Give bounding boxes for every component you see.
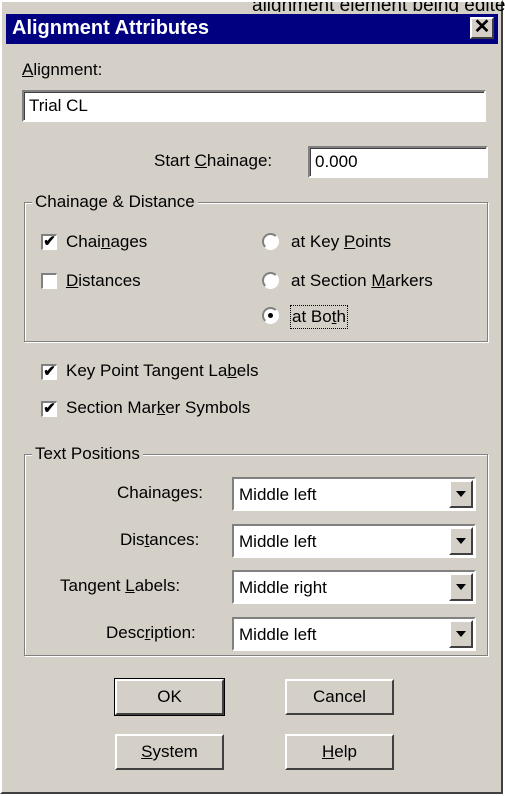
dialog-window: alignment element being edited in the Al… bbox=[0, 0, 505, 794]
close-button[interactable]: ✕ bbox=[470, 17, 494, 39]
distances-checkbox[interactable] bbox=[41, 273, 57, 289]
ok-button[interactable]: OK bbox=[114, 678, 225, 716]
tangent-labels-position-value: Middle right bbox=[239, 578, 327, 597]
at-both-label[interactable]: at Both bbox=[290, 305, 348, 329]
close-icon: ✕ bbox=[473, 16, 491, 38]
distances-checkbox-label[interactable]: Distances bbox=[66, 271, 141, 291]
help-button[interactable]: Help bbox=[285, 734, 394, 770]
alignment-label: Alignment: bbox=[22, 60, 103, 79]
key-point-tangent-labels-checkbox[interactable]: ✔ bbox=[41, 364, 57, 380]
check-icon: ✔ bbox=[43, 363, 56, 380]
alignment-name-input[interactable]: Trial CL bbox=[22, 90, 486, 122]
chainages-checkbox-label[interactable]: Chainages bbox=[66, 232, 147, 252]
chainages-position-label: Chainages: bbox=[117, 483, 204, 502]
key-point-tangent-labels-label[interactable]: Key Point Tangent Labels bbox=[66, 361, 259, 381]
background-text: alignment element being edited in the Al… bbox=[252, 2, 505, 12]
at-key-points-radio[interactable] bbox=[262, 233, 279, 250]
chevron-down-icon[interactable] bbox=[449, 620, 473, 648]
description-position-label: Description: bbox=[106, 623, 196, 642]
at-both-radio[interactable] bbox=[262, 307, 279, 324]
radio-selected-dot bbox=[268, 313, 273, 318]
check-icon: ✔ bbox=[43, 233, 56, 250]
tangent-labels-position-label: Tangent Labels: bbox=[60, 576, 181, 595]
chevron-down-icon[interactable] bbox=[449, 480, 473, 508]
description-position-value: Middle left bbox=[239, 625, 317, 644]
description-position-select[interactable]: Middle left bbox=[232, 617, 476, 651]
dialog-title: Alignment Attributes bbox=[12, 17, 210, 39]
system-button[interactable]: System bbox=[115, 734, 224, 770]
section-marker-symbols-label[interactable]: Section Marker Symbols bbox=[66, 398, 250, 418]
distances-position-value: Middle left bbox=[239, 532, 317, 551]
distances-position-label: Distances: bbox=[120, 530, 200, 549]
title-bar[interactable]: Alignment Attributes ✕ bbox=[6, 14, 498, 44]
text-positions-group-title: Text Positions bbox=[32, 444, 143, 464]
chainages-checkbox[interactable]: ✔ bbox=[41, 234, 57, 250]
chevron-down-icon[interactable] bbox=[449, 527, 473, 555]
chainages-position-select[interactable]: Middle left bbox=[232, 477, 476, 511]
chevron-down-icon[interactable] bbox=[449, 573, 473, 601]
at-section-markers-label[interactable]: at Section Markers bbox=[291, 271, 433, 291]
distances-position-select[interactable]: Middle left bbox=[232, 524, 476, 558]
section-marker-symbols-checkbox[interactable]: ✔ bbox=[41, 401, 57, 417]
start-chainage-label: Start Chainage: bbox=[154, 151, 273, 170]
cancel-button[interactable]: Cancel bbox=[285, 679, 394, 715]
tangent-labels-position-select[interactable]: Middle right bbox=[232, 570, 476, 604]
at-key-points-label[interactable]: at Key Points bbox=[291, 232, 391, 252]
check-icon: ✔ bbox=[43, 400, 56, 417]
at-section-markers-radio[interactable] bbox=[262, 272, 279, 289]
start-chainage-input[interactable]: 0.000 bbox=[308, 146, 488, 178]
chainage-distance-group-title: Chainage & Distance bbox=[32, 192, 198, 212]
chainages-position-value: Middle left bbox=[239, 485, 317, 504]
